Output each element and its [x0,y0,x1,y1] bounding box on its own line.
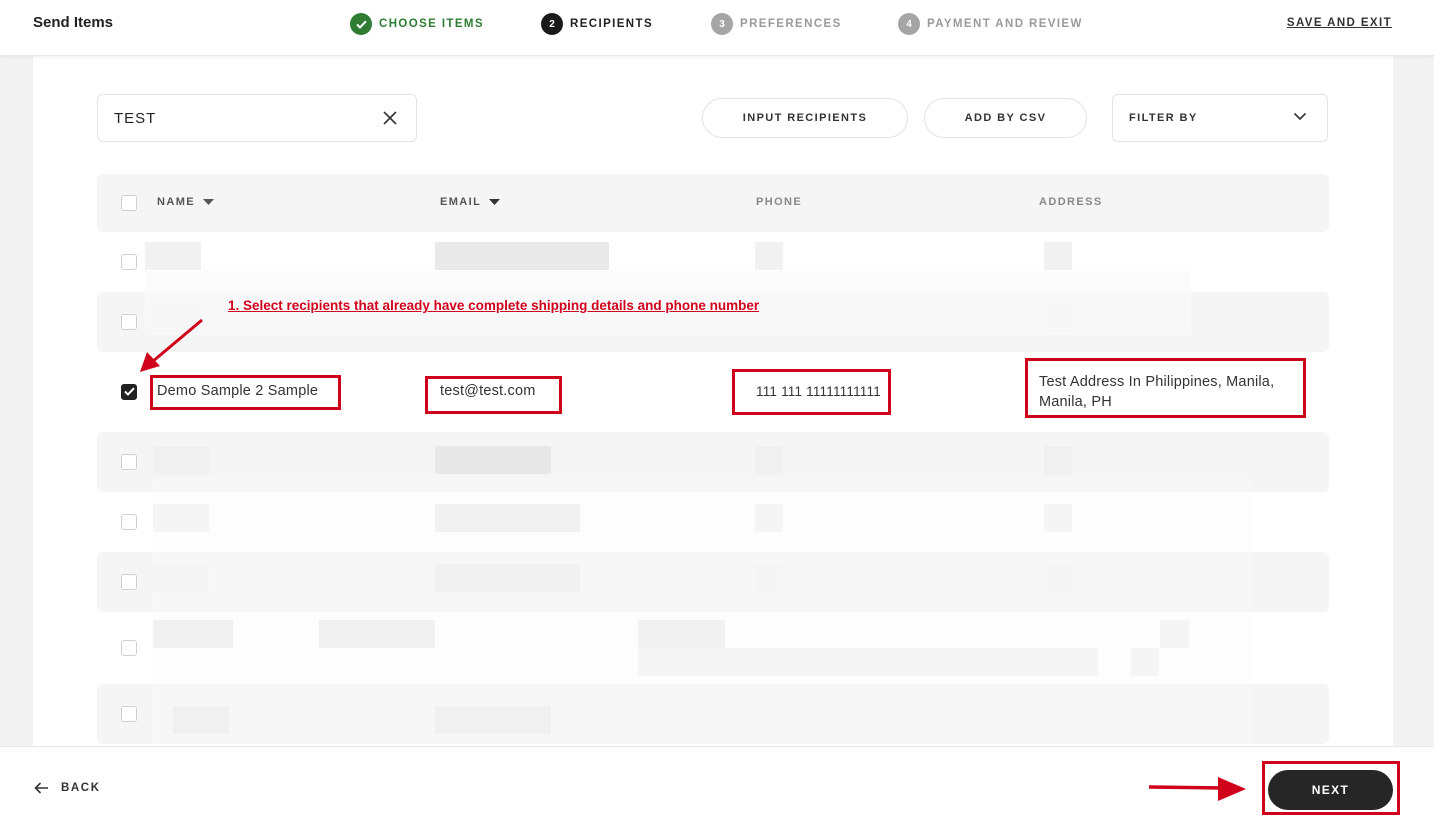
row-checkbox[interactable] [121,514,137,530]
save-and-exit-link[interactable]: SAVE AND EXIT [1287,17,1392,29]
column-header-address: ADDRESS [1039,196,1103,208]
step-choose-items[interactable]: CHOOSE ITEMS [350,13,484,35]
redaction-overlay [153,478,1250,746]
search-field[interactable] [97,94,417,142]
column-label: EMAIL [440,196,482,208]
row-checkbox[interactable] [121,454,137,470]
redacted-block [755,446,783,474]
check-icon [124,387,135,396]
annotation-arrow-icon [140,318,203,372]
step-label: PAYMENT AND REVIEW [927,18,1083,30]
redacted-block [153,446,209,474]
redacted-block [1044,242,1072,270]
column-header-phone: PHONE [756,196,803,208]
step-number: 3 [711,13,733,35]
redacted-block [145,242,201,270]
step-label: CHOOSE ITEMS [379,18,484,30]
row-checkbox[interactable] [121,254,137,270]
row-checkbox[interactable] [121,706,137,722]
select-all-checkbox[interactable] [121,195,137,211]
annotation-note: 1. Select recipients that already have c… [228,298,760,313]
filter-by-dropdown[interactable]: FILTER BY [1112,94,1328,142]
step-payment-and-review[interactable]: 4 PAYMENT AND REVIEW [898,13,1083,35]
close-icon[interactable] [382,110,398,126]
top-bar: Send Items CHOOSE ITEMS 2 RECIPIENTS 3 P… [0,0,1434,56]
back-button[interactable]: BACK [34,782,101,794]
input-recipients-button[interactable]: INPUT RECIPIENTS [702,98,908,138]
column-label: NAME [157,196,195,208]
highlight-box-next [1262,761,1400,815]
row-checkbox-checked[interactable] [121,384,137,400]
highlight-box-phone [732,369,891,415]
step-preferences[interactable]: 3 PREFERENCES [711,13,842,35]
step-label: PREFERENCES [740,18,842,30]
add-by-csv-button[interactable]: ADD BY CSV [924,98,1087,138]
step-number: 4 [898,13,920,35]
step-number: 2 [541,13,563,35]
sort-down-icon [203,199,214,205]
column-header-email[interactable]: EMAIL [440,196,501,208]
search-input[interactable] [114,109,364,127]
redacted-block [755,242,783,270]
step-label: RECIPIENTS [570,18,654,30]
annotation-arrow-icon [1148,777,1246,801]
row-checkbox[interactable] [121,640,137,656]
highlight-box-email [425,376,562,414]
sort-down-icon [489,199,501,205]
highlight-box-name [150,375,341,410]
redacted-block [435,242,609,270]
back-label: BACK [61,782,101,794]
table-header: NAME EMAIL PHONE ADDRESS [97,174,1329,232]
column-header-name[interactable]: NAME [157,196,214,208]
arrow-left-icon [34,782,48,794]
step-recipients[interactable]: 2 RECIPIENTS [541,13,653,35]
redacted-block [1044,446,1072,474]
highlight-box-address [1025,358,1306,418]
page-title: Send Items [33,14,114,31]
check-icon [350,13,372,35]
chevron-down-icon [1293,112,1307,121]
row-checkbox[interactable] [121,574,137,590]
filter-label: FILTER BY [1129,112,1198,124]
redacted-block [435,446,551,474]
